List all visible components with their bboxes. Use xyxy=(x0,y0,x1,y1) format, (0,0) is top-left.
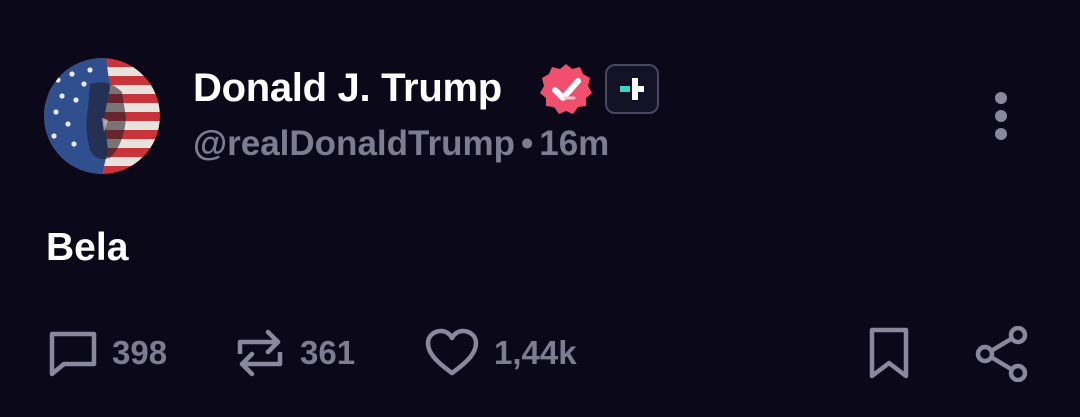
plus-badge xyxy=(605,64,659,114)
author-handle[interactable]: @realDonaldTrump xyxy=(193,124,515,163)
share-button[interactable] xyxy=(974,325,1030,383)
more-vertical-icon xyxy=(995,92,1007,140)
comment-icon xyxy=(49,331,97,377)
author-display-name[interactable]: Donald J. Trump xyxy=(193,64,502,112)
post-body-text: Bela xyxy=(46,226,129,269)
reply-button[interactable]: 398 xyxy=(48,324,167,382)
meta-separator: • xyxy=(520,124,534,163)
avatar[interactable] xyxy=(44,58,160,174)
like-count: 1,44k xyxy=(494,334,577,371)
reply-count: 398 xyxy=(112,334,168,371)
like-button[interactable]: 1,44k xyxy=(424,324,577,382)
post-timestamp[interactable]: 16m xyxy=(539,124,609,163)
bookmark-button[interactable] xyxy=(866,326,912,382)
avatar-image xyxy=(44,58,160,174)
share-icon xyxy=(975,325,1028,383)
repost-button[interactable]: 361 xyxy=(234,324,355,382)
verified-badge-icon xyxy=(540,64,592,114)
post-card: Donald J. Trump @realDonaldTrump • 16m Bel… xyxy=(0,0,1080,417)
plus-badge-icon xyxy=(620,78,644,100)
author-meta: @realDonaldTrump • 16m xyxy=(193,122,609,166)
repost-count: 361 xyxy=(300,334,356,371)
bookmark-icon xyxy=(869,327,909,379)
more-options-button[interactable] xyxy=(980,88,1022,144)
heart-icon xyxy=(425,328,479,376)
repost-icon xyxy=(237,329,283,377)
